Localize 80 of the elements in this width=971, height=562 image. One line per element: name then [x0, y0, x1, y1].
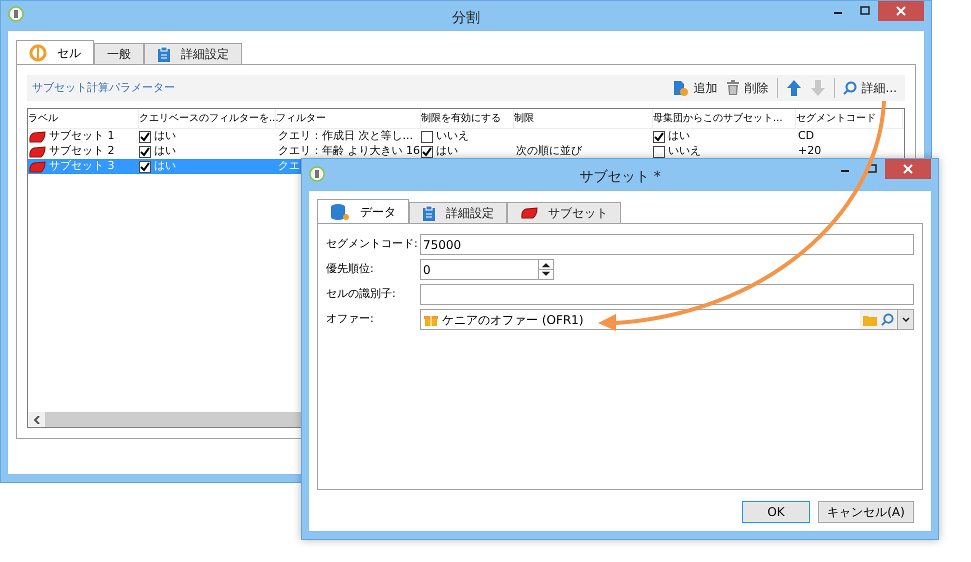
section-title: サブセット計算パラメーター: [32, 80, 175, 96]
search-icon[interactable]: [881, 313, 894, 326]
field-label: セグメントコード:: [326, 236, 419, 252]
table-cell-text: クエリ：年齢 より大きい 16: [277, 143, 420, 160]
table-row[interactable]: サブセット 1 はい クエリ：作成日 次と等し... いいえ はい CD: [28, 129, 904, 144]
tab[interactable]: サブセット: [507, 202, 621, 223]
checkbox[interactable]: [139, 130, 151, 142]
maximize-icon[interactable]: [866, 164, 876, 174]
field-label: オファー:: [326, 311, 375, 328]
subset-label: サブセット 3: [49, 158, 114, 174]
checkbox-label: はい: [154, 143, 176, 160]
tab[interactable]: 詳細設定: [409, 202, 507, 223]
text-field[interactable]: [420, 284, 914, 305]
checkbox-label: はい: [668, 128, 690, 144]
column-header[interactable]: 制限: [514, 109, 653, 128]
dialog-button[interactable]: OK: [742, 501, 810, 523]
details-button[interactable]: 詳細...: [842, 79, 897, 97]
app-icon: [8, 6, 24, 22]
close-button[interactable]: [878, 1, 924, 21]
subset-icon: [520, 207, 538, 219]
checkbox[interactable]: [421, 130, 433, 142]
delete-button[interactable]: 削除: [726, 79, 769, 97]
field-label: 優先順位:: [326, 261, 375, 278]
column-header[interactable]: ラベル: [28, 109, 139, 128]
dropdown-button[interactable]: [897, 310, 913, 329]
search-icon: [842, 81, 857, 95]
window-title: サブセット *: [579, 168, 661, 187]
close-button[interactable]: [885, 159, 931, 179]
table-cell-text: +20: [797, 143, 822, 160]
checkbox-label: はい: [154, 158, 176, 174]
checkbox[interactable]: [139, 160, 151, 172]
add-button[interactable]: 追加: [672, 79, 718, 97]
column-header[interactable]: 制限を有効にする: [421, 109, 514, 128]
checkbox[interactable]: [653, 146, 665, 158]
checkbox[interactable]: [139, 146, 151, 158]
column-header[interactable]: 母集団からこのサブセット...: [653, 109, 796, 128]
pie-chart-icon: [29, 44, 47, 62]
close-icon: [903, 164, 913, 174]
subset-label: サブセット 2: [49, 143, 114, 160]
tab[interactable]: データ: [317, 199, 409, 223]
field-label: セルの識別子:: [326, 286, 397, 302]
dialog-button[interactable]: キャンセル(A): [818, 501, 914, 523]
subset-icon: [28, 130, 46, 142]
add-document-icon: [672, 79, 689, 97]
maximize-icon[interactable]: [860, 6, 870, 16]
tab[interactable]: 詳細設定: [144, 43, 242, 64]
column-header[interactable]: クエリベースのフィルターを...: [139, 109, 276, 128]
number-field[interactable]: 0: [420, 259, 554, 280]
checkbox[interactable]: [421, 146, 433, 158]
down-arrow-icon: [810, 79, 826, 97]
caret-icon: [902, 316, 910, 322]
scroll-left-icon[interactable]: [34, 416, 40, 424]
text-field[interactable]: 75000: [420, 234, 914, 255]
checkbox[interactable]: [653, 130, 665, 142]
offer-field[interactable]: ケニアのオファー (OFR1): [420, 309, 914, 330]
close-icon: [896, 6, 906, 16]
table-cell-text: CD: [797, 128, 814, 144]
table-cell-text: 次の順に並び: [515, 143, 582, 160]
subset-icon: [28, 146, 46, 158]
checkbox-label: いいえ: [436, 128, 469, 144]
table-cell-text: クエ: [277, 158, 300, 174]
table-cell-text: クエリ：作成日 次と等し...: [277, 128, 413, 144]
subset-icon: [28, 160, 46, 172]
checkbox-label: はい: [154, 128, 176, 144]
tab[interactable]: 一般: [94, 43, 144, 64]
column-header[interactable]: フィルター: [276, 109, 421, 128]
trash-icon: [726, 80, 740, 96]
up-arrow-icon: [786, 79, 802, 97]
tab[interactable]: セル: [16, 40, 94, 64]
up-button[interactable]: [786, 79, 802, 97]
checkbox-label: いいえ: [668, 143, 701, 160]
app-icon: [309, 166, 325, 182]
checkbox-label: はい: [436, 143, 458, 160]
column-header[interactable]: セグメントコード: [796, 109, 903, 128]
clipboard-icon: [422, 204, 436, 222]
window-title: 分割: [452, 9, 480, 28]
clipboard-icon: [157, 46, 171, 62]
database-icon: [330, 202, 350, 220]
table-row[interactable]: サブセット 2 はい クエリ：年齢 より大きい 16 はい 次の順に並び いいえ +20: [28, 144, 904, 159]
subset-label: サブセット 1: [49, 128, 114, 144]
